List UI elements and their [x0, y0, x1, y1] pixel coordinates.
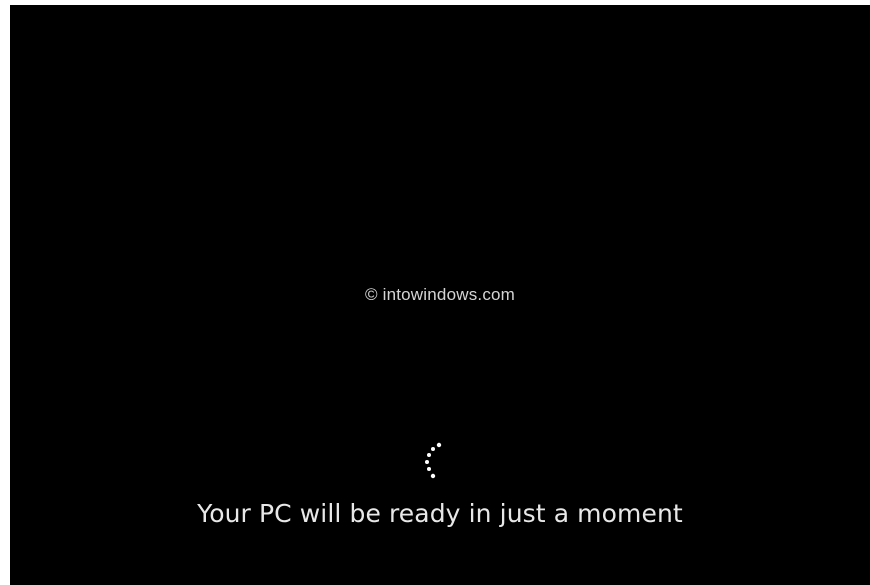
setup-screen: © intowindows.com Your PC will be ready … — [10, 5, 870, 585]
watermark-text: © intowindows.com — [364, 285, 516, 304]
loading-dots-icon — [417, 442, 447, 482]
spinner-dot — [427, 467, 431, 471]
spinner-dot — [427, 453, 431, 457]
spinner-dot — [431, 447, 435, 451]
screenshot-frame: © intowindows.com Your PC will be ready … — [0, 0, 870, 585]
spinner-dot — [436, 442, 442, 448]
status-message: Your PC will be ready in just a moment — [197, 499, 683, 528]
spinner-dot — [430, 473, 436, 479]
spinner-dot — [425, 460, 429, 464]
